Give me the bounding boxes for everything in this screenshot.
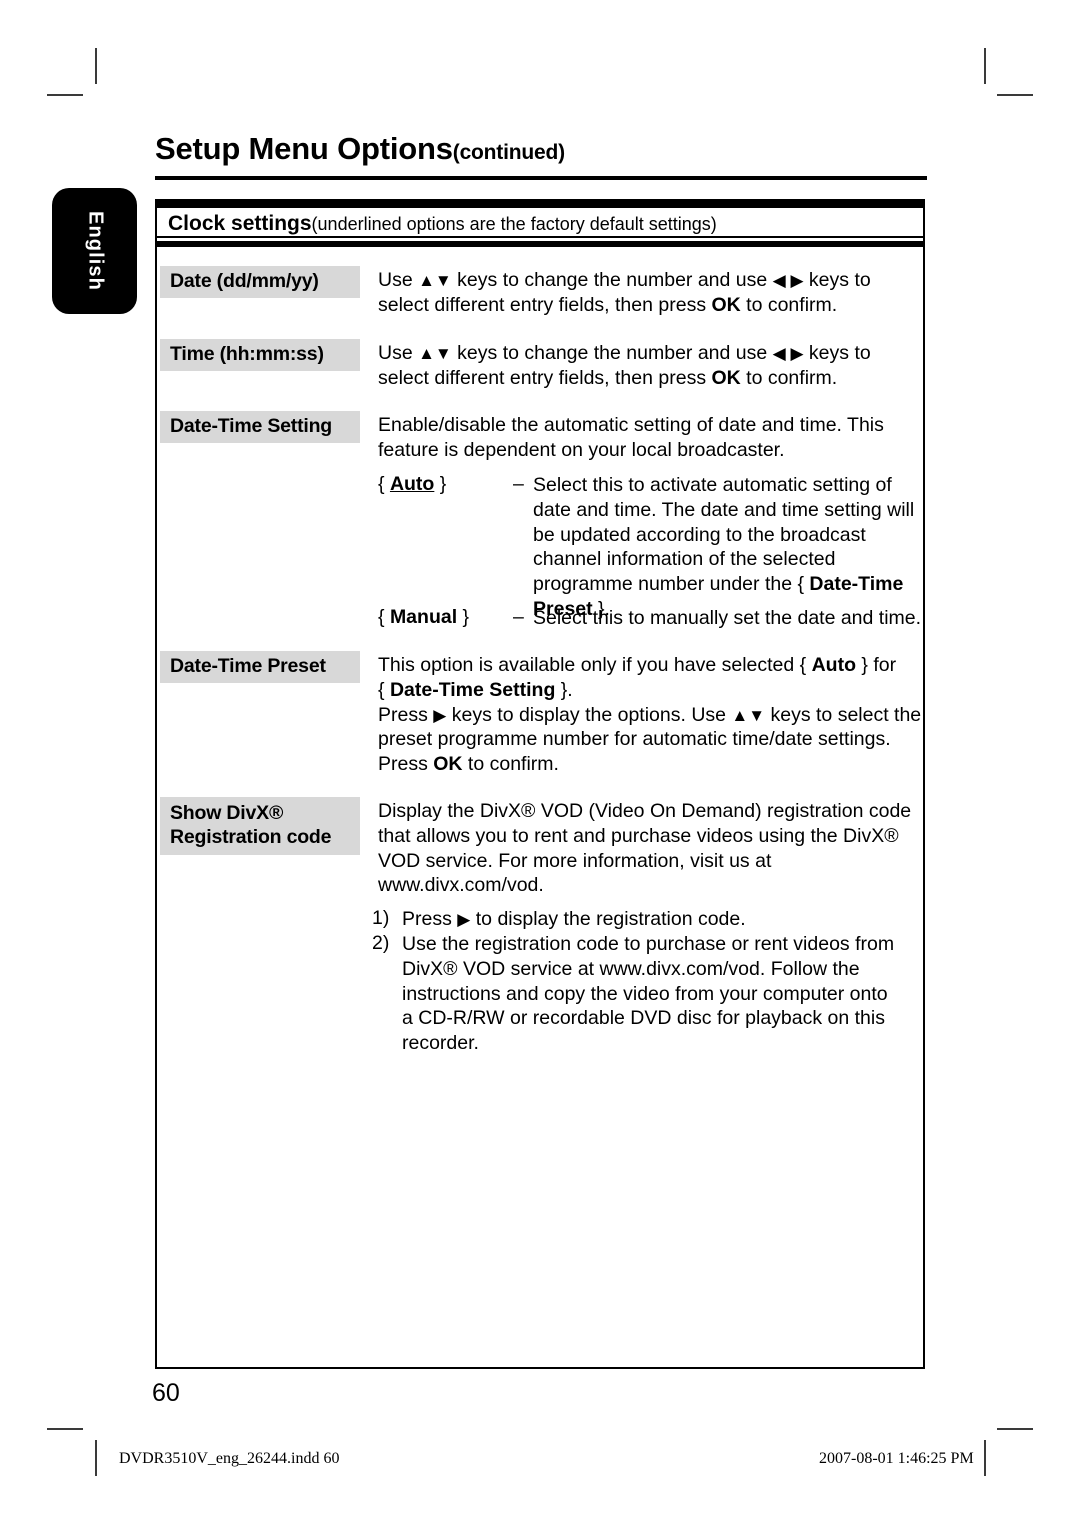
table-header-top-bar [157, 201, 923, 208]
page-title-main: Setup Menu Options [155, 131, 453, 166]
language-tab: English [52, 188, 137, 314]
row-label-show-divx: Show DivX® Registration code [160, 797, 360, 855]
left-right-arrows-icon: ◀ ▶ [772, 271, 804, 290]
left-right-arrows-icon: ◀ ▶ [772, 344, 804, 363]
step-2-number: 2) [372, 932, 390, 954]
option-manual-brace-open: { [378, 606, 390, 628]
option-manual-name: Manual [389, 606, 458, 628]
crop-mark-bottom-left-horizontal [47, 1428, 83, 1430]
language-tab-label: English [84, 211, 106, 291]
crop-mark-bottom-left-vertical [95, 1440, 97, 1476]
preset-line2-post: }. [555, 678, 573, 701]
table-header-thin-rule [157, 236, 923, 238]
page-title: Setup Menu Options(continued) [155, 131, 935, 167]
preset-line2-bold: Date-Time Setting [389, 678, 556, 701]
up-down-arrows-icon: ▲▼ [418, 344, 452, 363]
row-body-show-divx: Display the DivX® VOD (Video On Demand) … [378, 800, 912, 897]
table-header-note: (underlined options are the factory defa… [311, 214, 717, 234]
row-body-time-end: to confirm. [740, 366, 838, 389]
option-manual: { Manual } [378, 606, 518, 629]
crop-mark-top-left-vertical [95, 48, 97, 84]
row-label-date: Date (dd/mm/yy) [160, 266, 360, 298]
row-body-time-mid: keys to change the number and use [451, 342, 773, 364]
step-2-text: Use the registration code to purchase or… [402, 933, 895, 1054]
preset-line1-pre: This option is available only if you hav… [378, 654, 812, 676]
preset-line3-end: to confirm. [462, 753, 559, 775]
option-auto-dash: – [513, 473, 524, 495]
preset-line3-pre: Press [378, 703, 434, 726]
right-arrow-icon: ▶ [457, 910, 471, 929]
preset-line1-post: } for [856, 654, 897, 676]
row-body-date-pre: Use [378, 269, 419, 291]
row-body-date-mid: keys to change the number and use [451, 269, 773, 291]
crop-mark-top-right-horizontal [997, 94, 1033, 96]
step-1-text: Press ▶ to display the registration code… [402, 907, 902, 932]
right-arrow-icon: ▶ [433, 705, 447, 725]
row-body-date-time-preset: This option is available only if you hav… [378, 653, 923, 777]
step-1-text-post: to display the registration code. [470, 908, 746, 930]
crop-mark-top-left-horizontal [47, 94, 83, 96]
page-number: 60 [152, 1379, 180, 1407]
row-label-time: Time (hh:mm:ss) [160, 339, 360, 371]
ok-key-label: OK [433, 753, 463, 775]
row-body-time-pre: Use [378, 342, 419, 364]
row-body-date-time-setting: Enable/disable the automatic setting of … [378, 414, 884, 461]
row-body-date-end: to confirm. [740, 293, 838, 316]
step-1-text-pre: Press [402, 908, 458, 930]
option-auto-brace-open: { [378, 473, 390, 495]
heading-rule [155, 176, 927, 180]
ok-key-label: OK [711, 293, 741, 316]
ok-key-label: OK [711, 366, 741, 389]
table-header-title-text: Clock settings [168, 212, 312, 235]
row-label-show-divx-line1: Show DivX® [170, 802, 284, 824]
preset-line1-bold: Auto [811, 654, 856, 676]
page-title-suffix: (continued) [452, 141, 565, 164]
step-1-number: 1) [372, 907, 390, 929]
row-body-time: Use ▲▼ keys to change the number and use… [378, 341, 923, 391]
row-label-date-time-setting: Date-Time Setting [160, 411, 360, 443]
up-down-arrows-icon: ▲▼ [418, 271, 452, 290]
option-manual-description: Select this to manually set the date and… [533, 607, 922, 629]
table-header-title: Clock settings(underlined options are th… [168, 212, 918, 236]
footer-file-name: DVDR3510V_eng_26244.indd 60 [119, 1450, 340, 1467]
crop-mark-top-right-vertical [984, 48, 986, 84]
option-auto: { Auto } [378, 473, 518, 496]
option-auto-brace-close: } [434, 473, 447, 495]
preset-line3-mid: keys to display the options. Use [446, 703, 732, 726]
preset-line2-pre: { [378, 678, 390, 701]
row-label-show-divx-line2: Registration code [170, 826, 332, 849]
option-manual-brace-close: } [457, 606, 470, 628]
crop-mark-bottom-right-vertical [984, 1440, 986, 1476]
table-header-bottom-bar [157, 241, 923, 247]
up-down-arrows-icon: ▲▼ [731, 705, 766, 725]
option-auto-name: Auto [389, 473, 435, 495]
crop-mark-bottom-right-horizontal [997, 1428, 1033, 1430]
footer-timestamp: 2007-08-01 1:46:25 PM [819, 1450, 974, 1467]
row-label-date-time-preset: Date-Time Preset [160, 651, 360, 683]
row-body-date: Use ▲▼ keys to change the number and use… [378, 268, 923, 318]
option-auto-description: Select this to activate automatic settin… [533, 473, 925, 622]
option-manual-dash: – [513, 606, 524, 628]
